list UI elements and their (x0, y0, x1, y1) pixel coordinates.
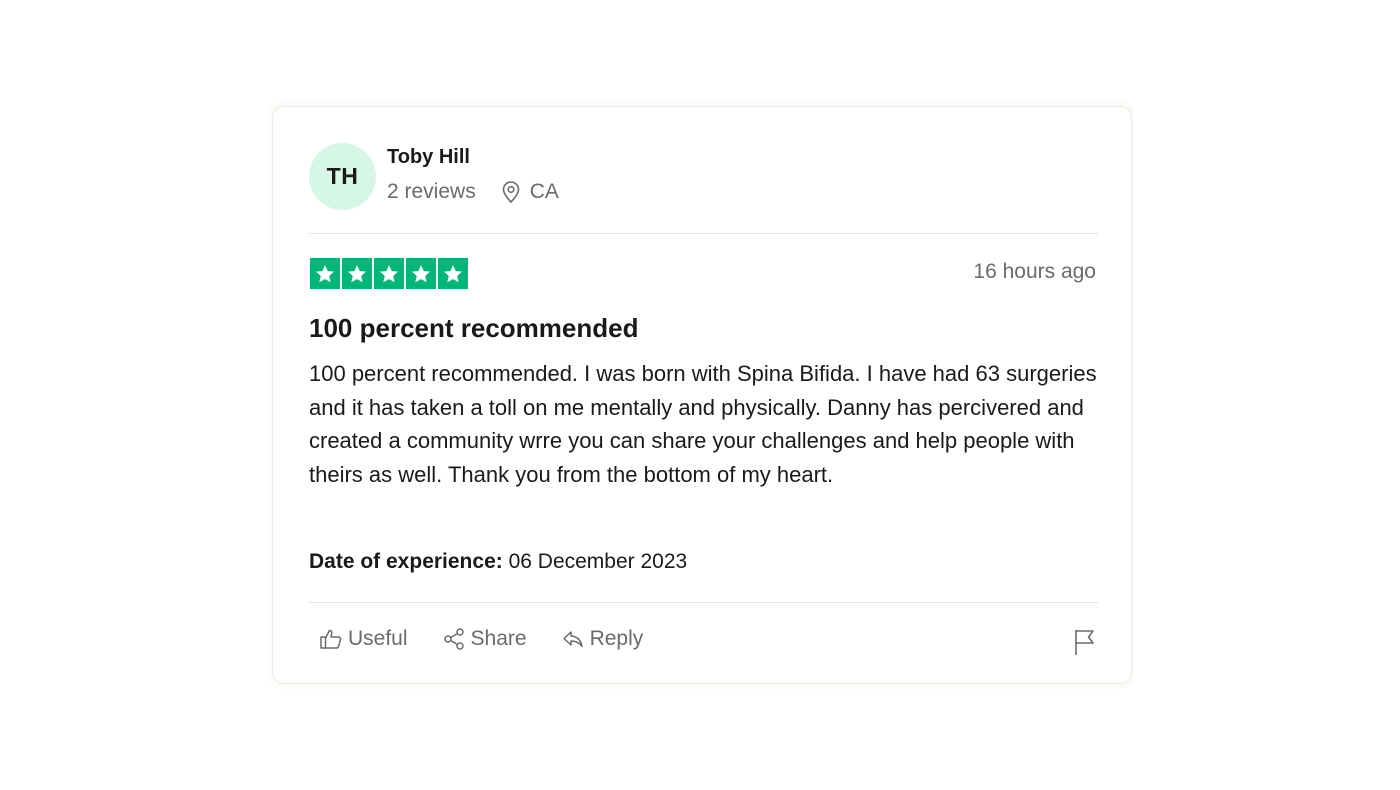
share-button[interactable]: Share (442, 627, 527, 651)
reviewer-location: CA (529, 180, 559, 203)
avatar-initials: TH (326, 163, 359, 189)
thumbs-up-icon (320, 629, 342, 649)
share-icon (443, 628, 464, 650)
map-pin-icon (500, 180, 522, 204)
useful-button[interactable]: Useful (319, 627, 408, 651)
reviewer-meta: 2 reviews CA (387, 180, 559, 204)
experience-date: 06 December 2023 (508, 550, 688, 573)
review-card: TH Toby Hill 2 reviews CA 16 hours ago 1… (272, 106, 1132, 684)
useful-label: Useful (348, 627, 408, 650)
date-of-experience: Date of experience: 06 December 2023 (309, 550, 687, 574)
experience-label: Date of experience: (309, 550, 503, 573)
star-icon (310, 258, 340, 289)
reply-button[interactable]: Reply (561, 627, 644, 651)
footer-divider (309, 602, 1098, 603)
share-label: Share (470, 627, 527, 650)
reply-label: Reply (589, 627, 644, 650)
reviewer-name[interactable]: Toby Hill (387, 146, 470, 169)
review-title: 100 percent recommended (309, 313, 639, 343)
reply-icon (562, 631, 583, 648)
avatar[interactable]: TH (309, 143, 376, 210)
review-count: 2 reviews (387, 180, 476, 203)
star-icon (438, 258, 468, 289)
review-posted-time: 16 hours ago (973, 260, 1096, 283)
star-rating (310, 258, 468, 289)
flag-icon[interactable] (1073, 628, 1097, 656)
star-icon (374, 258, 404, 289)
star-icon (342, 258, 372, 289)
star-icon (406, 258, 436, 289)
review-actions: Useful Share Reply (319, 627, 677, 651)
header-divider (309, 233, 1098, 234)
review-body: 100 percent recommended. I was born with… (309, 361, 1097, 487)
